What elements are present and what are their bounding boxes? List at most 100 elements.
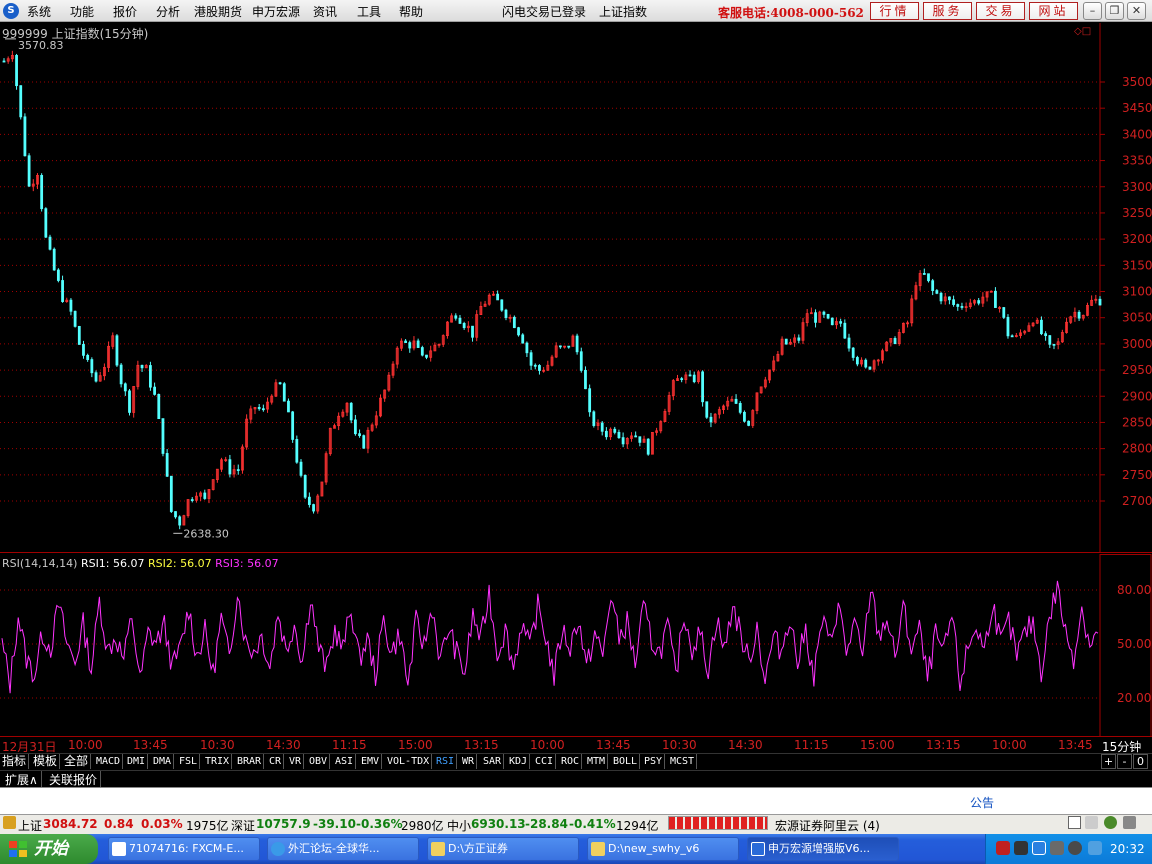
task-swhy-app[interactable]: 申万宏源增强版V6... bbox=[747, 837, 899, 861]
tab-dma[interactable]: DMA bbox=[151, 754, 175, 769]
candle-body bbox=[2, 60, 6, 63]
tray-shield-icon[interactable] bbox=[1032, 841, 1046, 855]
menu-help[interactable]: 帮助 bbox=[399, 3, 423, 20]
menu-quotes[interactable]: 报价 bbox=[113, 3, 137, 20]
zoom-out-button[interactable]: - bbox=[1117, 754, 1132, 769]
tab-rsi[interactable]: RSI bbox=[434, 754, 458, 769]
panel-options-icon[interactable]: ◇□ bbox=[1074, 26, 1091, 37]
candle-body bbox=[592, 411, 596, 426]
tab-psy[interactable]: PSY bbox=[642, 754, 666, 769]
zoom-in-button[interactable]: + bbox=[1101, 754, 1116, 769]
tray-app-icon[interactable] bbox=[1050, 841, 1064, 855]
candle-body bbox=[1002, 307, 1006, 318]
notice-label[interactable]: 公告 bbox=[970, 794, 994, 811]
tab-cr[interactable]: CR bbox=[267, 754, 285, 769]
task-forum[interactable]: 外汇论坛-全球华... bbox=[267, 837, 419, 861]
tab-trix[interactable]: TRIX bbox=[203, 754, 233, 769]
zx-index-amount: 1294亿 bbox=[616, 819, 659, 833]
tray-network-icon[interactable] bbox=[1068, 841, 1082, 855]
tab-macd[interactable]: MACD bbox=[94, 754, 124, 769]
menu-analysis[interactable]: 分析 bbox=[156, 3, 180, 20]
rsi-panel[interactable]: 20.00 50.00 80.00 bbox=[0, 554, 1152, 737]
tab-brar[interactable]: BRAR bbox=[235, 754, 265, 769]
tab-vol-tdx[interactable]: VOL-TDX bbox=[385, 754, 433, 769]
chart-title: 999999 上证指数(15分钟) bbox=[2, 27, 149, 41]
y-tick-label: 3300 bbox=[1122, 180, 1152, 194]
reset-button[interactable]: 0 bbox=[1133, 754, 1148, 769]
connection-icon[interactable] bbox=[1104, 816, 1117, 829]
tab-cci[interactable]: CCI bbox=[533, 754, 557, 769]
close-icon[interactable]: ✕ bbox=[1127, 2, 1146, 20]
hotline-text: 客服电话:4008-000-562 bbox=[718, 6, 864, 20]
tab-kdj[interactable]: KDJ bbox=[507, 754, 531, 769]
tab-wr[interactable]: WR bbox=[460, 754, 478, 769]
task-folder-fzzq[interactable]: D:\方正证券 bbox=[427, 837, 579, 861]
tab-sar[interactable]: SAR bbox=[481, 754, 505, 769]
candle-body bbox=[701, 371, 704, 403]
tray-update-icon[interactable] bbox=[1088, 841, 1102, 855]
candle-body bbox=[855, 357, 859, 365]
task-fxcm[interactable]: 71074716: FXCM-E... bbox=[108, 837, 260, 861]
task-label: D:\new_swhy_v6 bbox=[608, 842, 700, 855]
candle-body bbox=[353, 419, 357, 435]
menu-system[interactable]: 系统 bbox=[27, 3, 51, 20]
sz-index-name: 深证 bbox=[231, 819, 256, 833]
tab-indicator[interactable]: 指标 bbox=[0, 754, 30, 769]
restore-icon[interactable]: ❐ bbox=[1105, 2, 1124, 20]
tray-flag-icon[interactable] bbox=[996, 841, 1010, 855]
candle-body bbox=[500, 299, 504, 311]
app-logo-icon[interactable]: S bbox=[3, 3, 19, 19]
time-label: 13:45 bbox=[596, 738, 631, 752]
y-tick-label: 3450 bbox=[1122, 101, 1152, 115]
server-name[interactable]: 宏源证券阿里云 (4) bbox=[775, 817, 880, 834]
menu-function[interactable]: 功能 bbox=[70, 3, 94, 20]
tab-dmi[interactable]: DMI bbox=[125, 754, 149, 769]
rsi-tick-label: 80.00 bbox=[1117, 583, 1151, 597]
tab-related-quotes[interactable]: 关联报价 bbox=[46, 771, 102, 788]
trade-button[interactable]: 交易 bbox=[976, 2, 1025, 20]
tab-roc[interactable]: ROC bbox=[559, 754, 583, 769]
menu-tools[interactable]: 工具 bbox=[357, 3, 381, 20]
tab-vr[interactable]: VR bbox=[287, 754, 305, 769]
tab-boll[interactable]: BOLL bbox=[611, 754, 641, 769]
candle-body bbox=[228, 459, 232, 475]
quotes-button[interactable]: 行情 bbox=[870, 2, 919, 20]
tab-emv[interactable]: EMV bbox=[359, 754, 383, 769]
candle-body bbox=[23, 116, 27, 157]
tab-fsl[interactable]: FSL bbox=[177, 754, 201, 769]
tab-all[interactable]: 全部 bbox=[62, 754, 92, 769]
message-icon[interactable] bbox=[1068, 816, 1081, 829]
candle-body bbox=[960, 306, 964, 308]
tab-obv[interactable]: OBV bbox=[307, 754, 331, 769]
candle-body bbox=[44, 208, 48, 238]
candle-body bbox=[927, 273, 930, 282]
settings-icon[interactable] bbox=[1123, 816, 1136, 829]
price-chart-svg: 2700 2750 2800 2850 2900 2950 3000 3050 3100 3150… bbox=[0, 23, 1152, 553]
tab-mcst[interactable]: MCST bbox=[668, 754, 698, 769]
service-button[interactable]: 服务 bbox=[923, 2, 972, 20]
candle-body bbox=[408, 342, 412, 349]
price-chart-panel[interactable]: 2700 2750 2800 2850 2900 2950 3000 3050 3100 3150… bbox=[0, 23, 1152, 553]
menu-swhy[interactable]: 申万宏源 bbox=[252, 3, 300, 20]
tray-volume-icon[interactable] bbox=[1014, 841, 1028, 855]
candle-body bbox=[567, 345, 571, 348]
candle-body bbox=[1040, 319, 1043, 335]
candle-body bbox=[169, 475, 173, 512]
website-button[interactable]: 网站 bbox=[1029, 2, 1078, 20]
candle-body bbox=[52, 248, 56, 271]
minimize-icon[interactable]: – bbox=[1083, 2, 1102, 20]
candle-body bbox=[282, 383, 286, 402]
y-tick-label: 3150 bbox=[1122, 258, 1152, 272]
task-folder-swhy[interactable]: D:\new_swhy_v6 bbox=[587, 837, 739, 861]
tab-mtm[interactable]: MTM bbox=[585, 754, 609, 769]
candle-body bbox=[575, 335, 579, 353]
menu-hk-futures[interactable]: 港股期货 bbox=[194, 3, 242, 20]
tab-expand[interactable]: 扩展∧ bbox=[2, 771, 42, 788]
tab-template[interactable]: 模板 bbox=[31, 754, 61, 769]
rsi-line bbox=[1, 580, 1099, 694]
menu-news[interactable]: 资讯 bbox=[313, 3, 337, 20]
candle-body bbox=[931, 280, 935, 291]
tab-asi[interactable]: ASI bbox=[333, 754, 357, 769]
candle-body bbox=[1052, 343, 1056, 346]
signal-icon[interactable] bbox=[1085, 816, 1098, 829]
